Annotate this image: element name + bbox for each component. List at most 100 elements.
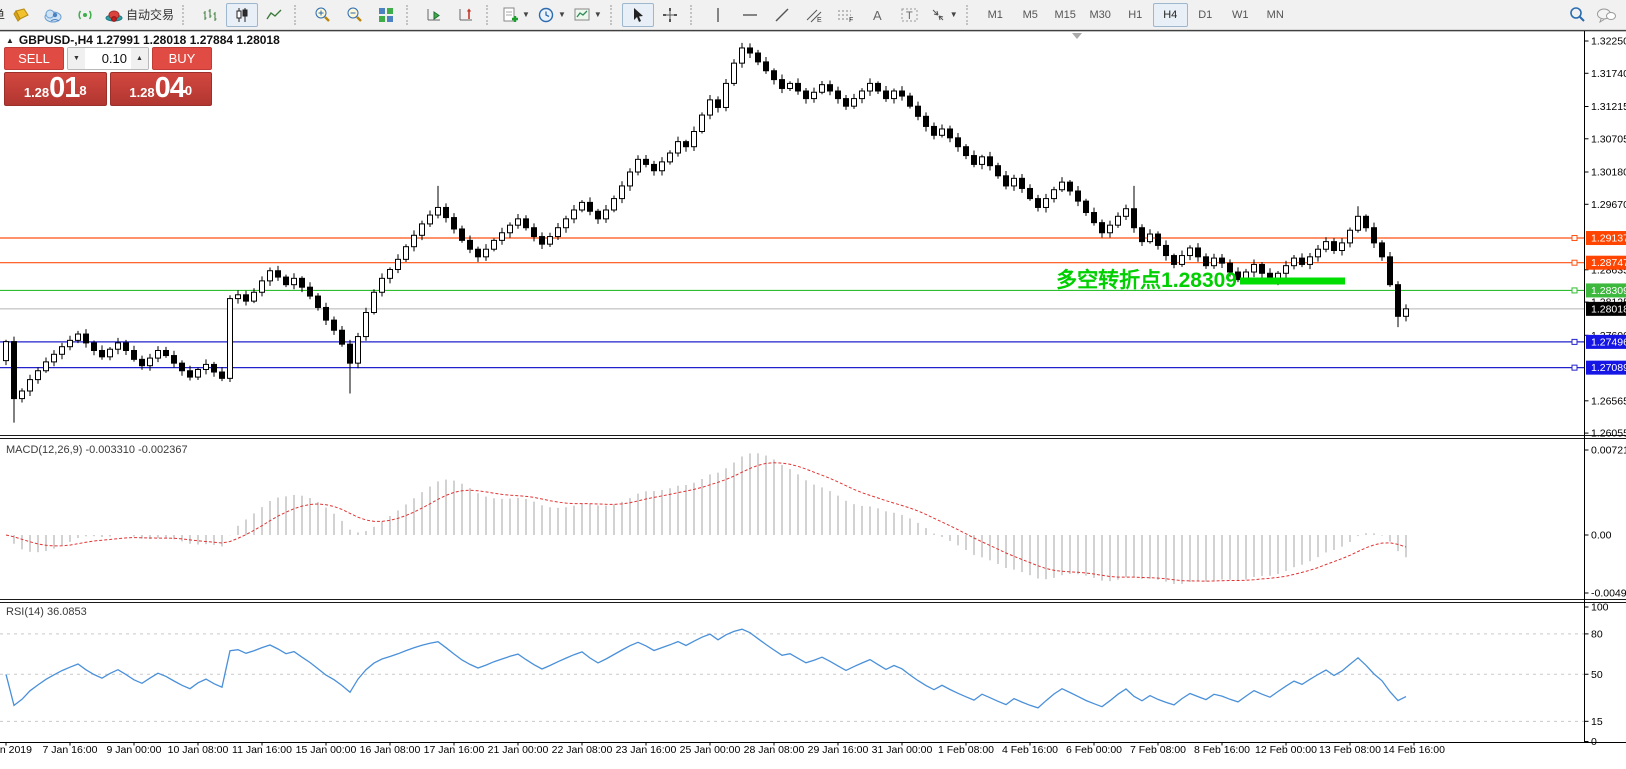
timeframe-M5[interactable]: M5 [1013,3,1048,27]
metaquotes-button[interactable] [5,3,37,27]
periods-button[interactable]: ▼ [534,3,570,27]
search-icon[interactable] [1569,6,1586,23]
equidistant-channel-button[interactable]: E [798,3,830,27]
timeframe-M30[interactable]: M30 [1083,3,1118,27]
symbol-ohlc-text: GBPUSD-,H4 1.27991 1.28018 1.27884 1.280… [19,33,280,47]
trendline-button[interactable] [766,3,798,27]
volume-input[interactable] [85,48,131,69]
main-chart-layer: 多空转折点1.28309 [0,33,1585,423]
buy-button[interactable]: BUY [152,47,212,70]
indicators-button[interactable]: ▼ [498,3,534,27]
tile-windows-button[interactable] [370,3,402,27]
cloud-icon [43,7,63,23]
text-a-icon: A [871,7,885,23]
auto-scroll-button[interactable] [418,3,450,27]
price-tick-label: 1.30705 [1591,133,1626,145]
volume-down-button[interactable]: ▼ [68,48,85,69]
timeframe-group: M1M5M15M30H1H4D1W1MN [978,3,1293,27]
line-chart-icon [266,7,282,23]
buy-price-sup: 0 [185,73,192,109]
line-chart-button[interactable] [258,3,290,27]
candlestick-chart-button[interactable] [226,3,258,27]
clock-icon [538,7,554,23]
signal-icon [76,7,94,23]
vertical-line-button[interactable] [702,3,734,27]
sell-button[interactable]: SELL [4,47,64,70]
time-axis-label: 14 Feb 16:00 [1383,744,1445,756]
fibonacci-icon: F [837,7,855,23]
time-axis-label: 22 Jan 08:00 [552,744,613,756]
sell-price-main: 01 [49,74,79,103]
time-axis-label: 12 Feb 00:00 [1255,744,1317,756]
buy-price-prefix: 1.28 [129,83,154,103]
toolbar-grip [610,5,616,25]
templates-button[interactable]: ▼ [570,3,606,27]
price-tag-label: 1.28018 [1591,303,1626,315]
toolbar-right [1569,6,1616,23]
channel-icon: E [805,7,823,23]
svg-text:T: T [906,10,913,22]
time-axis-label: 10 Jan 08:00 [168,744,229,756]
volume-up-button[interactable]: ▲ [131,48,148,69]
timeframe-H1[interactable]: H1 [1118,3,1153,27]
time-axis-label: 15 Jan 00:00 [296,744,357,756]
timeframe-D1[interactable]: D1 [1188,3,1223,27]
time-axis-label: 31 Jan 00:00 [872,744,933,756]
rsi-layer [0,629,1585,721]
toolbar-grip [406,5,412,25]
arrows-button[interactable]: ▼ [926,3,962,27]
one-click-trading-panel: SELL ▼ ▲ BUY 1.28018 1.28040 [4,47,212,106]
sell-price[interactable]: 1.28018 [4,72,107,106]
chart-shift-marker [1072,33,1082,39]
dropdown-caret-icon: ▼ [522,10,530,19]
fibonacci-button[interactable]: F [830,3,862,27]
zoom-in-icon [314,6,331,23]
price-tick-label: 1.26565 [1591,395,1626,407]
price-tick-label: 1.31215 [1591,101,1626,113]
timeframe-W1[interactable]: W1 [1223,3,1258,27]
line-handle [1572,288,1577,293]
zoom-in-button[interactable] [306,3,338,27]
crosshair-button[interactable] [654,3,686,27]
cursor-button[interactable] [622,3,654,27]
price-tick-label: 1.26055 [1591,428,1626,440]
svg-text:F: F [849,17,853,23]
collapse-arrow-icon[interactable]: ▲ [6,36,14,45]
macd-layer [6,453,1406,584]
time-axis-label: 21 Jan 00:00 [488,744,549,756]
tile-windows-icon [378,7,394,23]
macd-axis-label: 0.00 [1591,530,1612,542]
time-axis-label: 1 Feb 08:00 [938,744,994,756]
macd-axis-label: 0.007216 [1591,445,1626,457]
timeframe-H4[interactable]: H4 [1153,3,1188,27]
chat-icon[interactable] [1596,7,1616,23]
chart-shift-button[interactable] [450,3,482,27]
zoom-out-icon [346,6,363,23]
chart-title: ▲ GBPUSD-,H4 1.27991 1.28018 1.27884 1.2… [6,33,280,47]
signals-button[interactable] [69,3,101,27]
text-button[interactable]: A [862,3,894,27]
toolbar: 单 自动交易 [0,0,1626,30]
mql5-community-button[interactable] [37,3,69,27]
price-tag-label: 1.27089 [1591,362,1626,374]
chart-canvas[interactable]: 多空转折点1.283091.322501.317401.312151.30705… [0,0,1626,769]
horizontal-line-button[interactable] [734,3,766,27]
time-axis-label: 23 Jan 16:00 [616,744,677,756]
zoom-out-button[interactable] [338,3,370,27]
buy-price[interactable]: 1.28040 [110,72,213,106]
svg-text:E: E [817,17,822,23]
time-axis-label: 29 Jan 16:00 [808,744,869,756]
line-handle [1572,339,1577,344]
timeframe-M15[interactable]: M15 [1048,3,1083,27]
timeframe-M1[interactable]: M1 [978,3,1013,27]
price-tick-label: 1.29670 [1591,199,1626,211]
bar-chart-button[interactable] [194,3,226,27]
autotrading-button[interactable]: 自动交易 [101,3,178,27]
timeframe-MN[interactable]: MN [1258,3,1293,27]
text-label-button[interactable]: T [894,3,926,27]
dropdown-caret-icon: ▼ [558,10,566,19]
price-tag-label: 1.28309 [1591,285,1626,297]
expert-hat-icon [105,7,123,23]
price-tick-label: 1.30180 [1591,167,1626,179]
axis-layer: 1.322501.317401.312151.307051.301801.296… [0,30,1626,757]
